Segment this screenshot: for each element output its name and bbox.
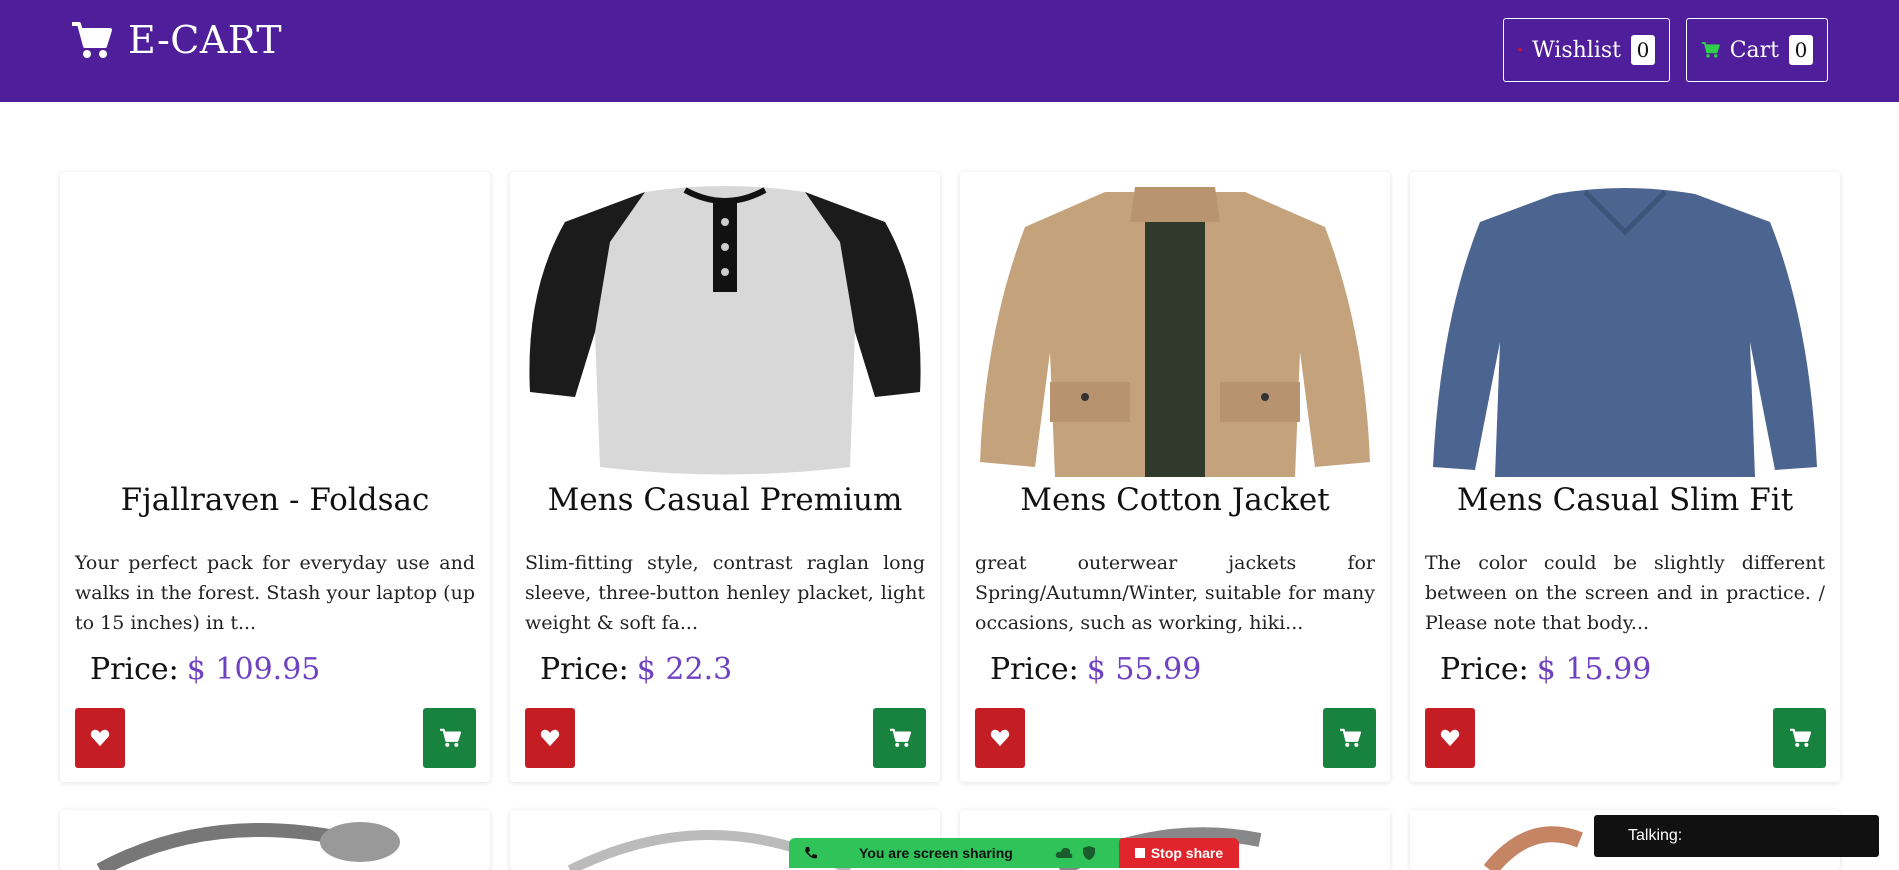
cart-icon [439,728,461,747]
add-to-cart-button[interactable] [1323,708,1376,768]
shield-icon [1083,846,1095,860]
cart-icon [1701,42,1720,58]
bracelet-image [96,822,400,870]
brand[interactable]: E-CART [70,18,282,62]
talking-indicator: Talking: [1594,815,1879,857]
product-title[interactable]: Mens Casual Slim Fit [1410,482,1840,518]
product-price: Price: $ 109.95 [90,652,320,687]
price-label: Price: [1440,652,1529,687]
product-card [60,810,490,870]
add-to-wishlist-button[interactable] [75,708,125,768]
cart-button[interactable]: Cart 0 [1686,18,1828,82]
phone-icon [805,847,817,859]
add-to-cart-button[interactable] [873,708,926,768]
price-amount: $ 15.99 [1536,652,1652,687]
product-description: Slim-fitting style, contrast raglan long… [525,552,925,634]
stop-share-button[interactable]: Stop share [1119,838,1239,868]
talking-label: Talking: [1628,827,1683,844]
product-card: Mens Casual Slim Fit The color could be … [1410,172,1840,782]
screen-sharing-bar: You are screen sharing Stop share [789,838,1239,868]
add-to-wishlist-button[interactable] [1425,708,1475,768]
price-label: Price: [90,652,179,687]
price-amount: $ 109.95 [186,652,321,687]
product-title[interactable]: Mens Casual Premium [510,482,940,518]
cart-label: Cart [1729,37,1779,63]
product-description: The color could be slightly different be… [1425,552,1825,634]
product-description: Your perfect pack for everyday use and w… [75,552,475,634]
add-to-wishlist-button[interactable] [525,708,575,768]
product-title[interactable]: Fjallraven - Foldsac [60,482,490,518]
stop-icon [1134,848,1145,858]
product-price: Price: $ 22.3 [540,652,732,687]
slim-fit-shirt-image [1433,188,1817,477]
product-image[interactable] [75,182,475,482]
heart-icon [90,729,110,747]
product-card: Mens Cotton Jacket great outerwear jacke… [960,172,1390,782]
cart-icon [1789,728,1811,747]
cotton-jacket-image [980,187,1370,477]
henley-shirt-image [529,186,921,475]
heart-icon [990,729,1010,747]
product-description: great outerwear jackets for Spring/Autum… [975,552,1375,634]
price-label: Price: [540,652,629,687]
heart-icon [1518,48,1522,52]
sharing-status-text: You are screen sharing [859,845,1013,861]
cloud-icon [1055,847,1073,858]
product-price: Price: $ 15.99 [1440,652,1651,687]
add-to-cart-button[interactable] [1773,708,1826,768]
product-card: Mens Casual Premium Slim-fitting style, … [510,172,940,782]
product-price: Price: $ 55.99 [990,652,1201,687]
navbar: E-CART Wishlist 0 Cart 0 [0,0,1899,102]
product-card: Fjallraven - Foldsac Your perfect pack f… [60,172,490,782]
price-label: Price: [990,652,1079,687]
product-title[interactable]: Mens Cotton Jacket [960,482,1390,518]
cart-count-badge: 0 [1789,35,1813,65]
cart-icon [889,728,911,747]
brand-name: E-CART [128,18,283,62]
price-amount: $ 55.99 [1086,652,1202,687]
wishlist-label: Wishlist [1532,37,1621,63]
shopping-cart-icon [72,22,112,58]
product-image[interactable] [525,182,925,482]
add-to-wishlist-button[interactable] [975,708,1025,768]
heart-icon [1440,729,1460,747]
wishlist-count-badge: 0 [1631,35,1655,65]
wishlist-button[interactable]: Wishlist 0 [1503,18,1670,82]
stop-share-label: Stop share [1150,845,1224,861]
product-image[interactable] [975,182,1375,482]
heart-icon [540,729,560,747]
cart-icon [1339,728,1361,747]
product-image[interactable] [1425,182,1825,482]
add-to-cart-button[interactable] [423,708,476,768]
price-amount: $ 22.3 [636,652,733,687]
